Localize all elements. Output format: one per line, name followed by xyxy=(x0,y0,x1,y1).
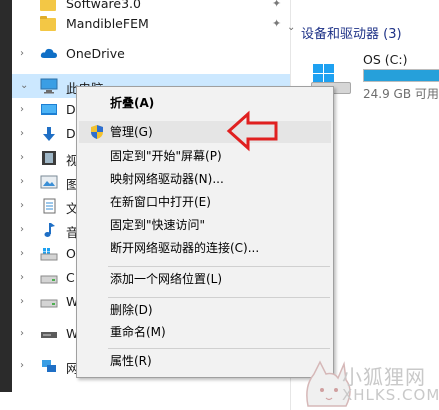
watermark-url: XHLKS.COM xyxy=(342,386,439,404)
download-icon xyxy=(40,126,58,142)
drive-name[interactable]: OS (C:) xyxy=(363,52,407,67)
nav-item-label: O xyxy=(66,246,76,261)
windows-logo-icon xyxy=(313,64,335,84)
menu-item-add-network-location[interactable]: 添加一个网络位置(L) xyxy=(79,268,331,290)
menu-item-pin-quick-access[interactable]: 固定到"快速访问" xyxy=(79,214,331,236)
music-icon xyxy=(40,222,58,238)
menu-item-collapse[interactable]: 折叠(A) xyxy=(79,92,331,114)
menu-item-manage[interactable]: 管理(G) xyxy=(79,121,331,143)
chevron-right-icon[interactable]: › xyxy=(20,129,30,139)
chevron-right-icon[interactable]: › xyxy=(20,201,30,211)
chevron-right-icon[interactable]: › xyxy=(20,177,30,187)
menu-item-open-new-window[interactable]: 在新窗口中打开(E) xyxy=(79,191,331,213)
menu-item-rename[interactable]: 重命名(M) xyxy=(79,321,331,343)
menu-item-map-drive[interactable]: 映射网络驱动器(N)... xyxy=(79,168,331,190)
background-window-strip xyxy=(0,0,12,410)
drive-usage-bar xyxy=(363,69,439,82)
pin-icon: ✦ xyxy=(272,0,282,10)
network-drive-icon xyxy=(40,326,58,342)
nav-item-label: D xyxy=(66,126,76,141)
network-icon xyxy=(40,358,58,374)
document-icon xyxy=(40,198,58,214)
pin-icon: ✦ xyxy=(272,17,282,30)
menu-separator xyxy=(108,266,330,267)
chevron-right-icon[interactable]: › xyxy=(20,273,30,283)
chevron-right-icon[interactable]: › xyxy=(20,297,30,307)
drive-icon xyxy=(40,294,58,310)
chevron-right-icon[interactable]: › xyxy=(20,361,30,371)
menu-separator xyxy=(108,348,330,349)
onedrive-icon xyxy=(40,46,58,62)
chevron-right-icon[interactable]: › xyxy=(20,153,30,163)
this-pc-icon xyxy=(40,78,58,94)
nav-item-label: Software3.0 xyxy=(66,0,141,11)
nav-item-label: D xyxy=(66,102,76,117)
chevron-right-icon[interactable]: › xyxy=(20,225,30,235)
nav-item-label: MandibleFEM xyxy=(66,16,149,31)
video-icon xyxy=(40,150,58,166)
context-menu: 折叠(A) 管理(G) 固定到"开始"屏幕(P) 映射网络驱动器(N)... 在… xyxy=(76,86,334,378)
drive-icon xyxy=(40,270,58,286)
nav-item-label: C xyxy=(66,270,75,285)
chevron-right-icon[interactable]: › xyxy=(20,49,30,59)
desktop-icon xyxy=(40,102,58,118)
menu-item-label: 管理(G) xyxy=(110,125,153,139)
menu-item-properties[interactable]: 属性(R) xyxy=(79,350,331,372)
menu-separator xyxy=(108,297,330,298)
chevron-right-icon[interactable]: › xyxy=(20,329,30,339)
menu-item-delete[interactable]: 删除(D) xyxy=(79,299,331,321)
menu-item-pin-start[interactable]: 固定到"开始"屏幕(P) xyxy=(79,145,331,167)
section-title-devices[interactable]: 设备和驱动器 (3) xyxy=(301,23,402,42)
drive-c-icon xyxy=(40,246,58,262)
nav-item-onedrive[interactable]: › OneDrive xyxy=(12,42,290,66)
chevron-right-icon[interactable]: › xyxy=(20,249,30,259)
nav-item-label: OneDrive xyxy=(66,46,125,61)
chevron-down-icon[interactable]: ⌄ xyxy=(20,81,30,91)
chevron-down-icon[interactable]: ⌄ xyxy=(287,22,295,33)
picture-icon xyxy=(40,174,58,190)
drive-free-space: 24.9 GB 可用 xyxy=(363,87,439,101)
folder-icon xyxy=(40,0,58,12)
menu-item-disconnect-drive[interactable]: 断开网络驱动器的连接(C)... xyxy=(79,237,331,259)
folder-icon xyxy=(40,16,58,32)
chevron-right-icon[interactable]: › xyxy=(20,105,30,115)
nav-item-mandiblefem[interactable]: MandibleFEM ✦ xyxy=(12,12,290,36)
uac-shield-icon xyxy=(89,124,105,140)
red-arrow-annotation xyxy=(226,110,278,152)
